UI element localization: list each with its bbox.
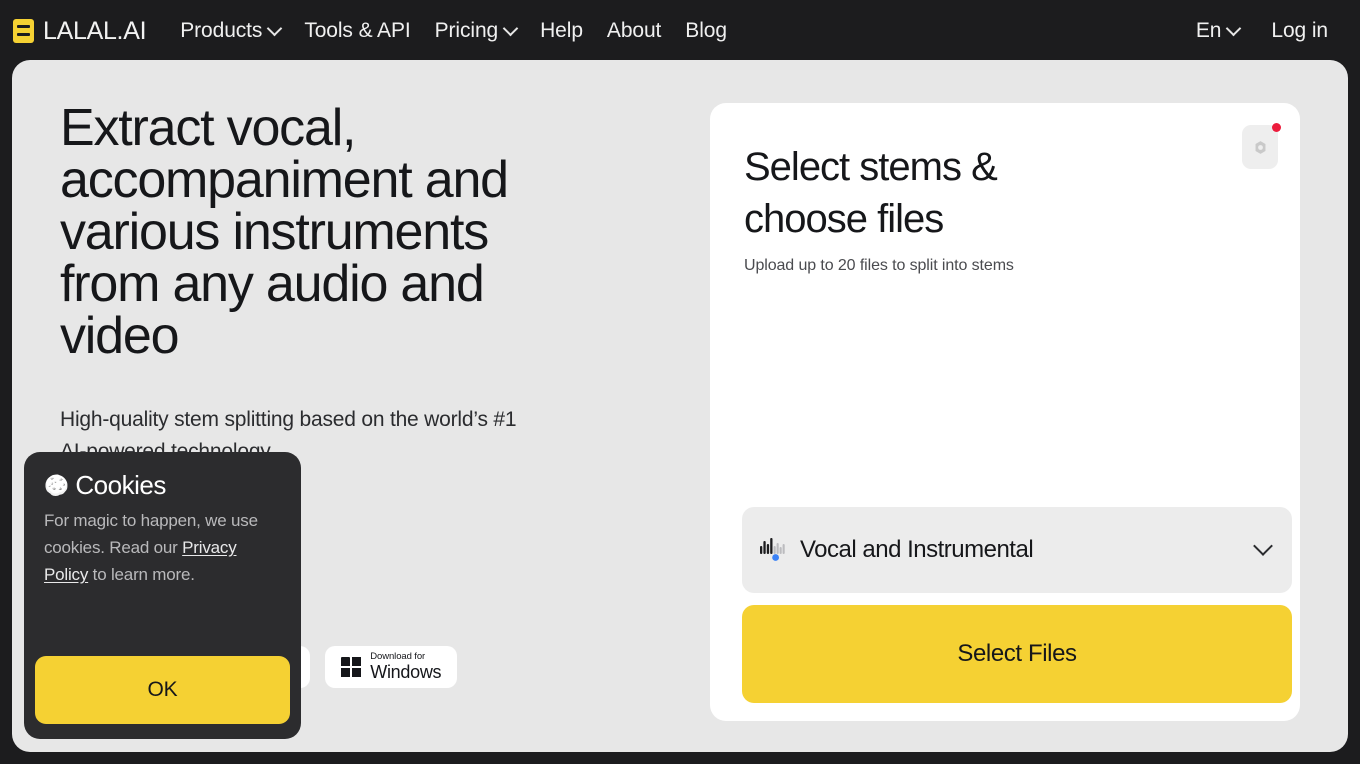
language-selector[interactable]: En	[1180, 15, 1256, 47]
login-label: Log in	[1271, 19, 1328, 43]
nav-item-help[interactable]: Help	[528, 15, 595, 47]
cookie-icon: 🍪	[44, 476, 68, 496]
nav-item-label: Pricing	[435, 19, 499, 43]
top-navigation-bar: LALAL.AI Products Tools & API Pricing He…	[0, 0, 1360, 62]
hero-section: Extract vocal, accompaniment and various…	[60, 102, 680, 468]
notification-dot	[1272, 123, 1281, 132]
nav-item-products[interactable]: Products	[168, 15, 292, 47]
brand-name: LALAL.AI	[43, 17, 146, 46]
primary-nav-items: Products Tools & API Pricing Help About …	[168, 15, 739, 47]
nav-item-tools-api[interactable]: Tools & API	[292, 15, 422, 47]
panel-title: Select stems & choose files	[744, 141, 1124, 245]
nav-item-blog[interactable]: Blog	[673, 15, 739, 47]
chevron-down-icon	[1226, 20, 1242, 36]
platform-label: Windows	[370, 662, 441, 682]
panel-subtitle: Upload up to 20 files to split into stem…	[744, 257, 1266, 275]
download-windows-button[interactable]: Download for Windows	[325, 646, 457, 688]
cookie-accept-button[interactable]: OK	[35, 656, 290, 724]
cookie-consent-dialog: 🍪 Cookies For magic to happen, we use co…	[24, 452, 301, 739]
chevron-down-icon	[1253, 536, 1273, 556]
secondary-nav-items: En Log in	[1180, 15, 1344, 47]
language-label: En	[1196, 19, 1222, 43]
download-label: Download for	[370, 652, 441, 662]
cookie-dialog-body: For magic to happen, we use cookies. Rea…	[44, 507, 281, 588]
lalal-logo-icon	[13, 19, 34, 43]
nav-item-label: Help	[540, 19, 583, 43]
nav-item-label: Tools & API	[304, 19, 410, 43]
cookie-text-after: to learn more.	[88, 565, 195, 584]
nav-item-label: About	[607, 19, 661, 43]
settings-badge-button[interactable]	[1242, 125, 1278, 169]
waveform-icon	[760, 537, 788, 563]
nav-item-label: Products	[180, 19, 262, 43]
select-files-button[interactable]: Select Files	[742, 605, 1292, 703]
nav-item-pricing[interactable]: Pricing	[423, 15, 529, 47]
cookie-dialog-title: Cookies	[75, 470, 165, 501]
chevron-down-icon	[503, 20, 519, 36]
stem-type-value: Vocal and Instrumental	[800, 536, 1033, 564]
stem-selection-panel: Select stems & choose files Upload up to…	[710, 103, 1300, 721]
windows-icon	[341, 657, 361, 677]
settings-gear-icon	[1252, 139, 1269, 156]
chevron-down-icon	[267, 20, 283, 36]
cookie-dialog-header: 🍪 Cookies	[44, 470, 281, 501]
nav-item-about[interactable]: About	[595, 15, 673, 47]
nav-item-label: Blog	[685, 19, 727, 43]
stem-type-dropdown[interactable]: Vocal and Instrumental	[742, 507, 1292, 593]
brand-logo-link[interactable]: LALAL.AI	[13, 17, 146, 46]
page-title: Extract vocal, accompaniment and various…	[60, 102, 560, 362]
login-link[interactable]: Log in	[1255, 15, 1344, 47]
